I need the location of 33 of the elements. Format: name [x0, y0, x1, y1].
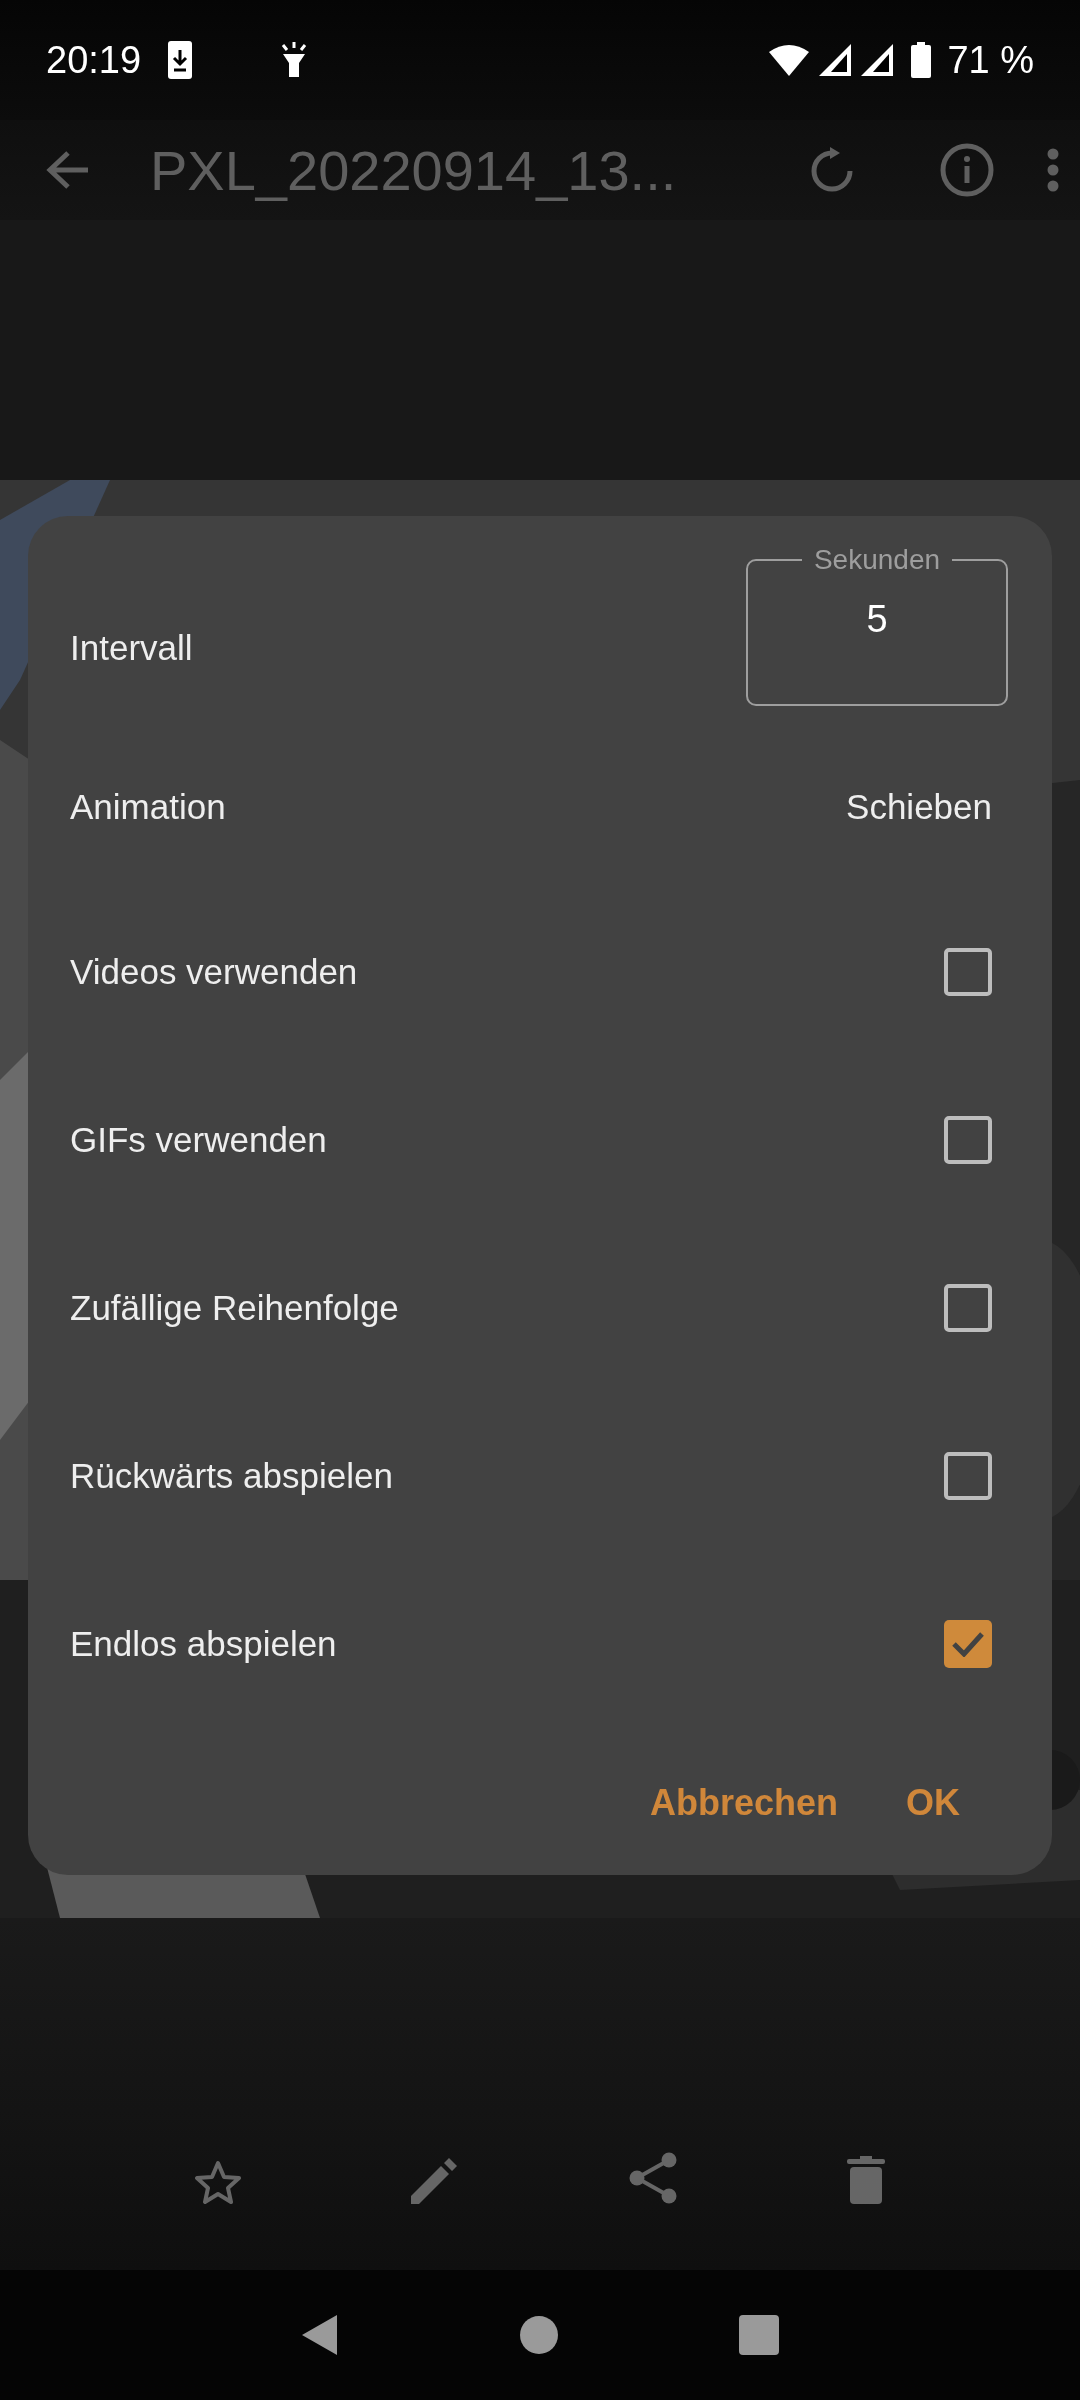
download-icon: [167, 40, 194, 80]
battery-percent: 71 %: [947, 38, 1034, 82]
option-label: Rückwärts abspielen: [70, 1456, 393, 1496]
clock: 20:19: [46, 38, 142, 82]
checkbox[interactable]: [944, 1116, 992, 1164]
file-title: PXL_20220914_13...: [150, 137, 677, 203]
check-icon: [951, 1631, 985, 1657]
option-label: Endlos abspielen: [70, 1624, 337, 1664]
trash-icon[interactable]: [847, 2156, 885, 2204]
animation-label: Animation: [70, 787, 226, 827]
star-icon[interactable]: [195, 2160, 241, 2204]
share-icon[interactable]: [629, 2152, 677, 2204]
option-label: Videos verwenden: [70, 952, 358, 992]
info-icon[interactable]: [940, 143, 994, 197]
back-icon[interactable]: [46, 150, 90, 190]
pencil-icon[interactable]: [411, 2156, 459, 2204]
rotate-icon[interactable]: [810, 147, 854, 193]
checkbox[interactable]: [944, 1452, 992, 1500]
back-icon[interactable]: [300, 2314, 339, 2356]
home-icon[interactable]: [520, 2316, 558, 2354]
recents-icon[interactable]: [739, 2315, 780, 2355]
checkbox[interactable]: [944, 948, 992, 996]
signal-icon: [861, 44, 894, 76]
option-label: GIFs verwenden: [70, 1120, 327, 1160]
animation-value[interactable]: Schieben: [846, 787, 992, 827]
battery-icon: [911, 42, 932, 78]
wifi-icon: [769, 44, 810, 76]
more-icon[interactable]: [1046, 148, 1060, 192]
option-label: Zufällige Reihenfolge: [70, 1288, 399, 1328]
interval-label: Intervall: [70, 628, 193, 668]
signal-icon: [819, 44, 852, 76]
checkbox[interactable]: [944, 1620, 992, 1668]
checkbox[interactable]: [944, 1284, 992, 1332]
